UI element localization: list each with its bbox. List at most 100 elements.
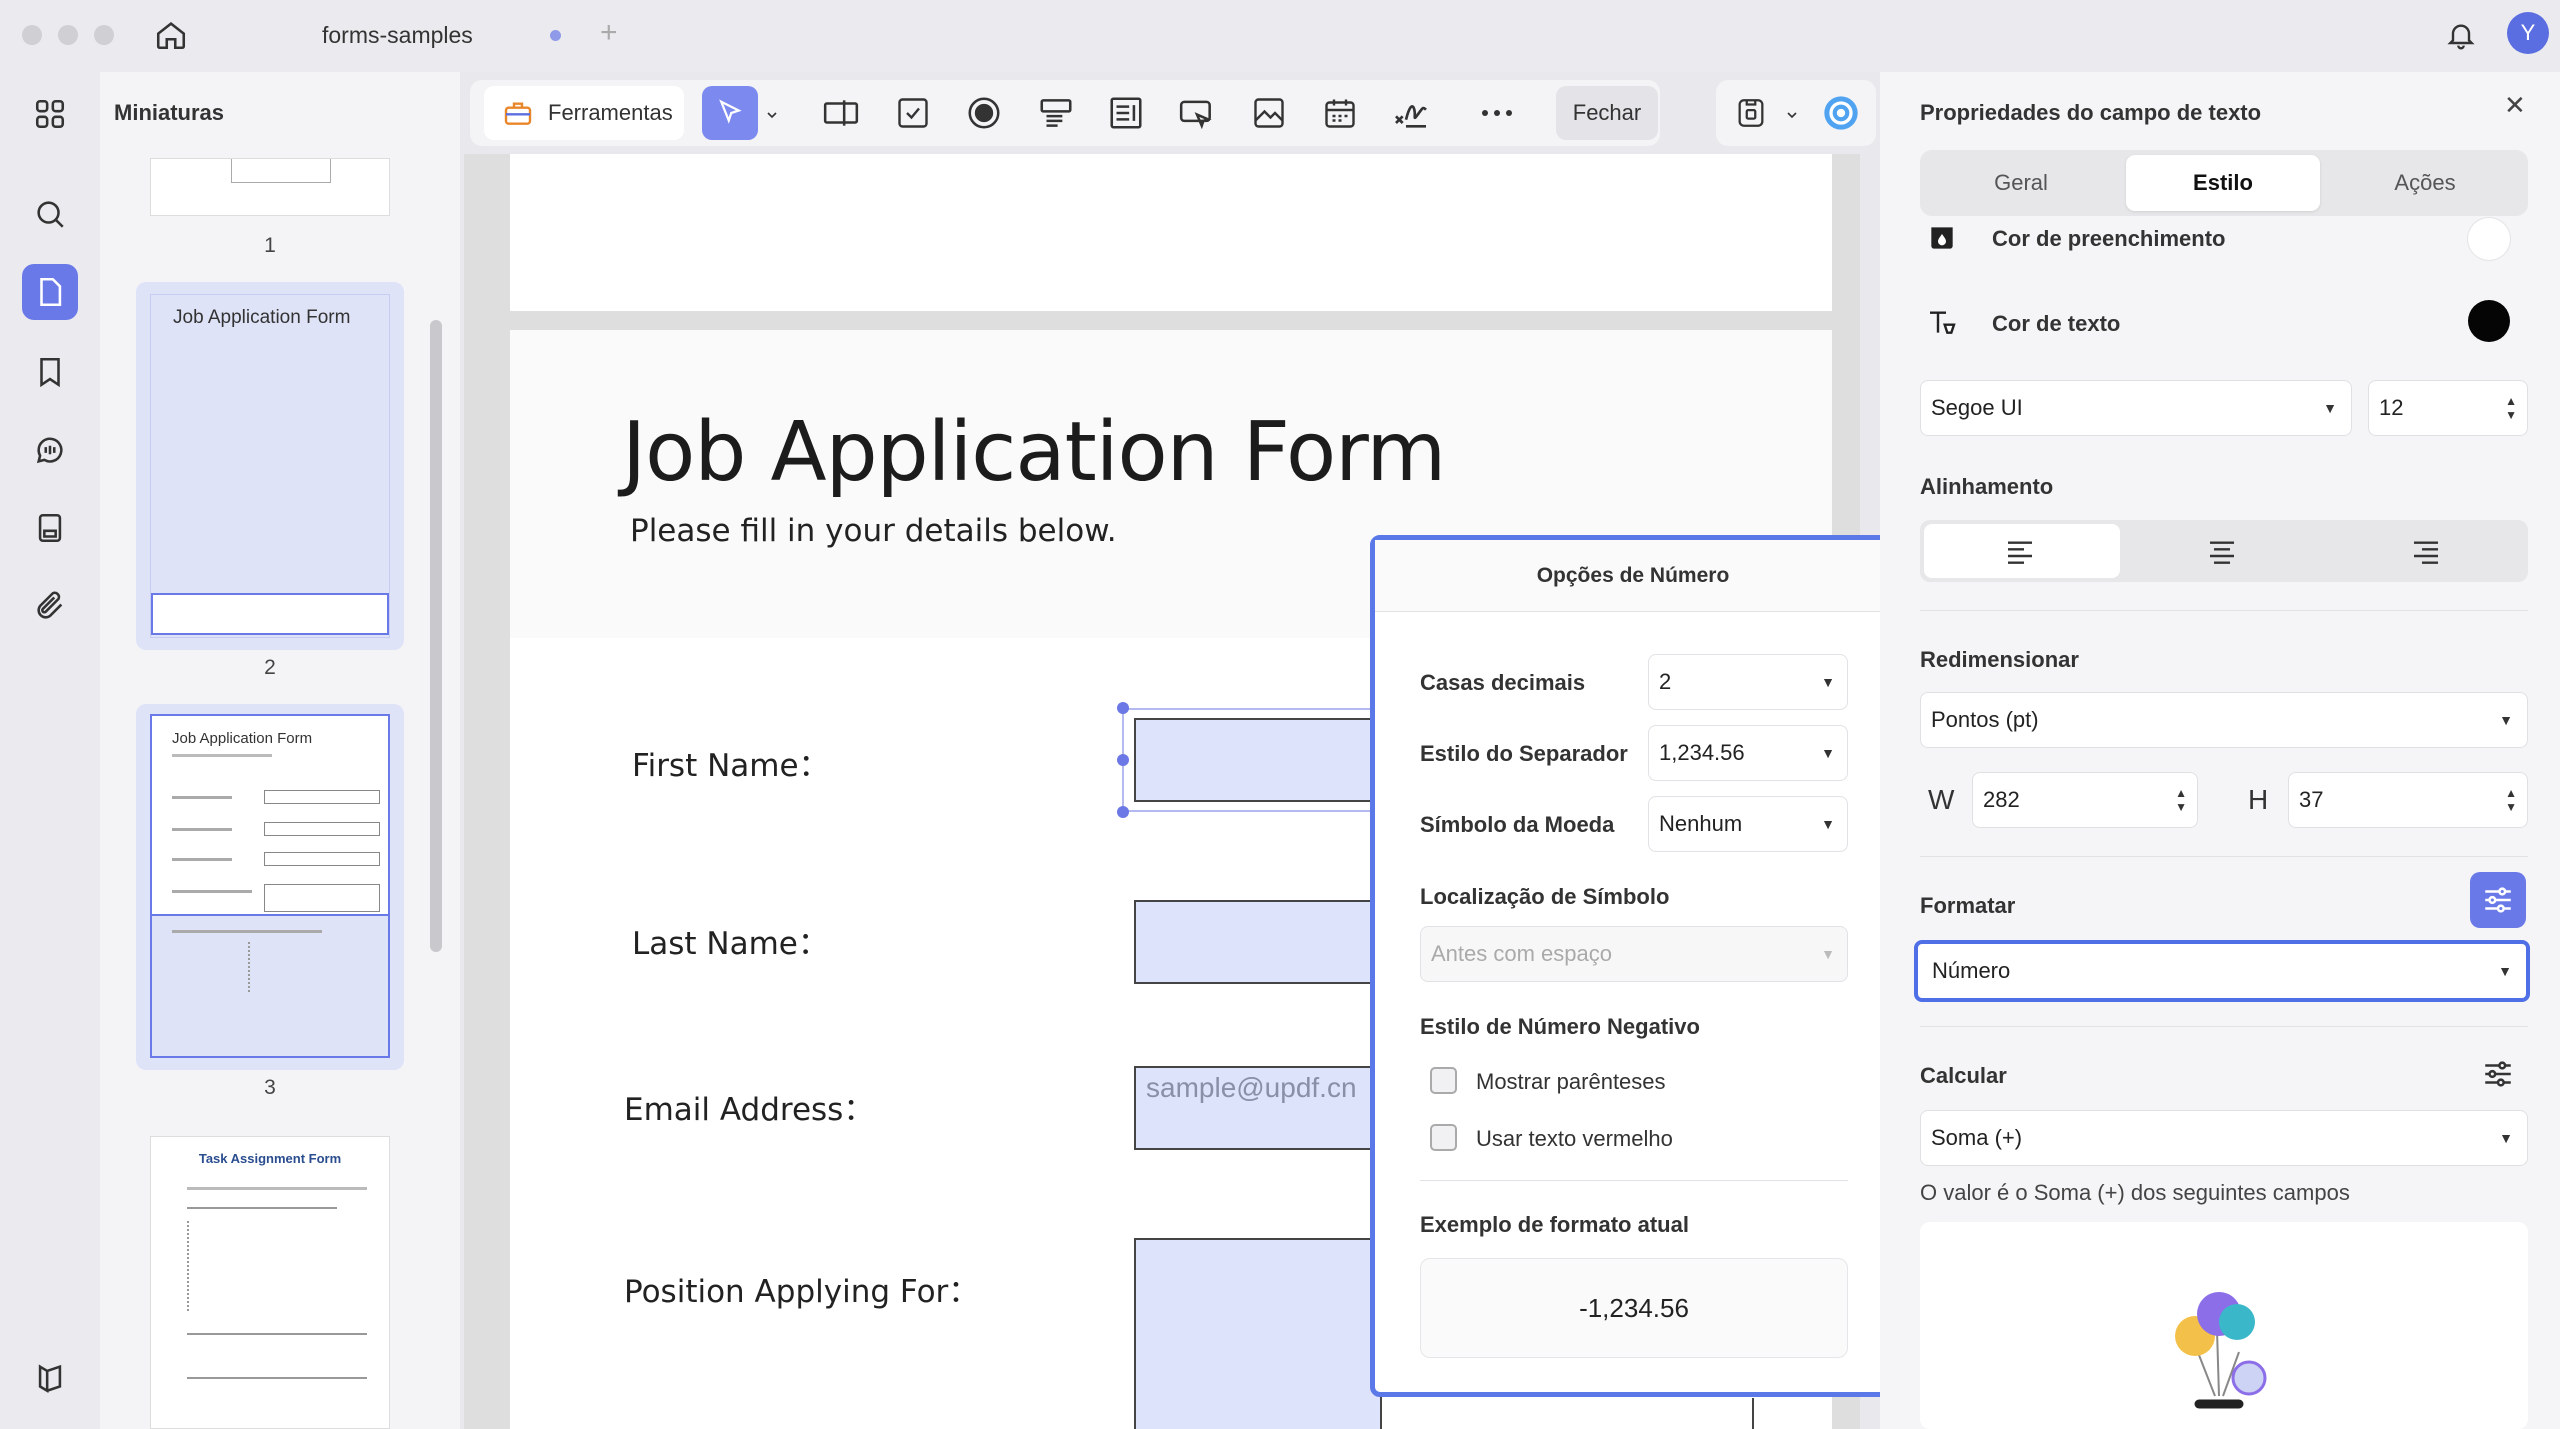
thumbnail-page-1[interactable] xyxy=(150,158,390,216)
fill-color-swatch[interactable] xyxy=(2468,218,2510,260)
home-icon[interactable] xyxy=(150,14,192,56)
toolbox-icon xyxy=(502,97,534,129)
checkbox-tool-icon[interactable] xyxy=(890,90,936,136)
select-tool-button[interactable] xyxy=(702,86,758,140)
height-stepper[interactable]: 37 ▲ ▼ xyxy=(2288,772,2528,828)
form-fields-icon[interactable] xyxy=(26,504,74,552)
last-name-label: Last Name： xyxy=(632,926,829,962)
ai-assistant-icon[interactable] xyxy=(1818,90,1864,136)
tools-button[interactable]: Ferramentas xyxy=(484,86,684,140)
last-name-field[interactable] xyxy=(1134,900,1382,984)
image-field-tool-icon[interactable] xyxy=(1246,90,1292,136)
close-form-editing-button[interactable]: Fechar xyxy=(1556,86,1658,140)
separator-style-value: 1,234.56 xyxy=(1659,740,1745,765)
width-stepper[interactable]: 282 ▲ ▼ xyxy=(1972,772,2198,828)
unit-select[interactable]: Pontos (pt) ▼ xyxy=(1920,692,2528,748)
fill-color-label: Cor de preenchimento xyxy=(1992,226,2226,251)
symbol-location-select[interactable]: Antes com espaço ▼ xyxy=(1420,926,1848,982)
thumbnails-scrollbar[interactable] xyxy=(430,320,442,952)
save-icon[interactable] xyxy=(1728,90,1774,136)
show-parentheses-checkbox[interactable] xyxy=(1430,1067,1457,1094)
first-name-field[interactable] xyxy=(1134,718,1382,802)
text-field-tool-icon[interactable] xyxy=(818,90,864,136)
symbol-location-label: Localização de Símbolo xyxy=(1420,884,1670,909)
caret-down-icon: ▼ xyxy=(1821,674,1835,690)
page-icon[interactable] xyxy=(26,268,74,316)
sliders-icon[interactable] xyxy=(2474,1050,2522,1098)
font-size-value: 12 xyxy=(2379,395,2404,420)
format-example-label: Exemplo de formato atual xyxy=(1420,1212,1689,1237)
list-box-tool-icon[interactable] xyxy=(1103,90,1149,136)
resize-label: Redimensionar xyxy=(1920,647,2079,672)
align-center-icon[interactable] xyxy=(2200,530,2244,574)
font-size-stepper[interactable]: 12 ▲ ▼ xyxy=(2368,380,2528,436)
text-color-label: Cor de texto xyxy=(1992,311,2121,336)
use-red-text-checkbox[interactable] xyxy=(1430,1124,1457,1151)
thumbnail-title: Job Application Form xyxy=(172,730,313,747)
window-zoom-button[interactable] xyxy=(94,25,114,45)
font-family-select[interactable]: Segoe UI ▼ xyxy=(1920,380,2352,436)
show-parentheses-label: Mostrar parênteses xyxy=(1476,1069,1666,1094)
text-color-icon xyxy=(1922,302,1962,342)
stepper-arrows-icon[interactable]: ▲ ▼ xyxy=(2175,786,2187,814)
stepper-arrows-icon[interactable]: ▲ ▼ xyxy=(2505,786,2517,814)
email-address-label: Email Address： xyxy=(624,1092,875,1128)
close-icon[interactable]: ✕ xyxy=(2504,90,2526,121)
position-field[interactable] xyxy=(1134,1238,1382,1429)
format-options-button[interactable] xyxy=(2470,872,2526,928)
comment-icon[interactable] xyxy=(26,426,74,474)
format-select[interactable]: Número ▼ xyxy=(1914,940,2530,1002)
thumbnail-page-3[interactable]: Job Application Form xyxy=(150,714,390,1058)
align-right-icon[interactable] xyxy=(2404,530,2448,574)
thumbnail-page-2[interactable]: Job Application Form xyxy=(150,294,390,638)
negative-number-style-label: Estilo de Número Negativo xyxy=(1420,1014,1700,1039)
text-color-swatch[interactable] xyxy=(2468,300,2510,342)
chevron-down-icon[interactable] xyxy=(1780,100,1804,130)
stepper-arrows-icon[interactable]: ▲ ▼ xyxy=(2505,394,2517,422)
caret-down-icon: ▼ xyxy=(2323,400,2337,416)
separator-style-select[interactable]: 1,234.56 ▼ xyxy=(1648,725,1848,781)
chevron-down-icon[interactable] xyxy=(760,100,784,130)
tab-style[interactable]: Estilo xyxy=(2126,155,2320,211)
page-number: 3 xyxy=(264,1076,276,1099)
caret-down-icon: ▼ xyxy=(1821,946,1835,962)
calculate-select[interactable]: Soma (+) ▼ xyxy=(1920,1110,2528,1166)
tab-actions[interactable]: Ações xyxy=(2328,155,2522,211)
resize-handle[interactable] xyxy=(1117,702,1129,714)
thumbnails-title: Miniaturas xyxy=(114,100,225,125)
window-close-button[interactable] xyxy=(22,25,42,45)
bell-icon[interactable] xyxy=(2440,14,2482,56)
search-icon[interactable] xyxy=(26,190,74,238)
tab-general[interactable]: Geral xyxy=(1924,155,2118,211)
button-tool-icon[interactable] xyxy=(1174,90,1220,136)
fill-color-icon xyxy=(1922,218,1962,258)
attachment-icon[interactable] xyxy=(26,582,74,630)
bookmark-icon[interactable] xyxy=(26,348,74,396)
decimal-places-select[interactable]: 2 ▼ xyxy=(1648,654,1848,710)
divider xyxy=(1920,1026,2528,1027)
layers-icon[interactable] xyxy=(26,1354,74,1402)
date-field-tool-icon[interactable] xyxy=(1317,90,1363,136)
avatar[interactable]: Y xyxy=(2507,12,2549,54)
signature-tool-icon[interactable] xyxy=(1388,90,1434,136)
thumbnail-title: Job Application Form xyxy=(173,307,351,328)
properties-title: Propriedades do campo de texto xyxy=(1920,100,2262,125)
grid-icon[interactable] xyxy=(26,90,74,138)
page-number: 1 xyxy=(264,234,276,257)
radio-button-tool-icon[interactable] xyxy=(961,90,1007,136)
dropdown-tool-icon[interactable] xyxy=(1033,90,1079,136)
currency-symbol-select[interactable]: Nenhum ▼ xyxy=(1648,796,1848,852)
thumbnail-page-4[interactable]: Task Assignment Form xyxy=(150,1136,390,1429)
resize-handle[interactable] xyxy=(1117,806,1129,818)
divider xyxy=(1920,856,2528,857)
thumbnail-title: Task Assignment Form xyxy=(198,1151,342,1166)
new-tab-button[interactable]: + xyxy=(600,16,618,50)
more-icon[interactable] xyxy=(1474,90,1520,136)
use-red-text-label: Usar texto vermelho xyxy=(1476,1126,1673,1151)
document-tab-title[interactable]: forms-samples xyxy=(322,22,473,49)
caret-down-icon: ▼ xyxy=(2499,1130,2513,1146)
window-minimize-button[interactable] xyxy=(58,25,78,45)
decimal-places-value: 2 xyxy=(1659,669,1672,694)
pdf-page-1 xyxy=(510,154,1832,311)
resize-handle[interactable] xyxy=(1117,754,1129,766)
